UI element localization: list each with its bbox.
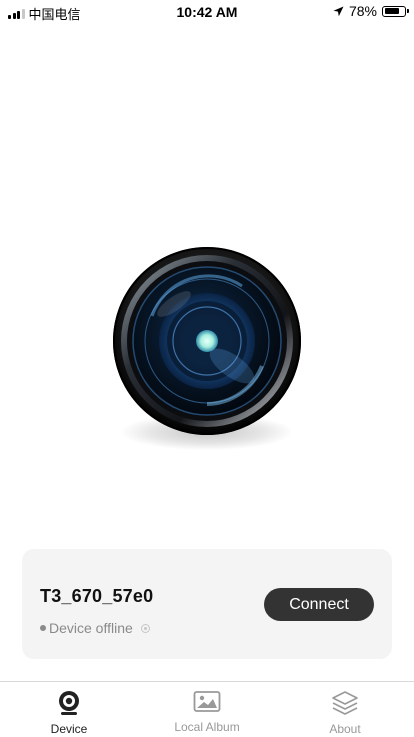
connect-button[interactable]: Connect [264,588,374,621]
status-bar: 中国电信 10:42 AM 78% [0,0,414,24]
device-status-text: Device offline [49,620,133,636]
layers-icon [332,691,358,715]
location-icon [333,6,344,16]
status-right: 78% [333,3,409,19]
camera-lens-icon [112,246,302,456]
status-indicator-icon [140,623,150,633]
battery-icon [382,5,409,17]
tab-device[interactable]: Device [0,682,138,737]
tab-local-album[interactable]: Local Album [138,682,276,737]
tab-label: About [329,722,361,736]
battery-percent: 78% [348,3,377,19]
webcam-icon [59,691,79,715]
image-icon [193,691,221,712]
battery-fill [384,8,399,14]
device-card[interactable]: T3_670_57e0 Device offline Connect [22,549,392,659]
tab-label: Local Album [174,720,240,734]
status-dot-icon [40,625,46,631]
tab-label: Device [50,722,88,736]
tab-about[interactable]: About [276,682,414,737]
device-status: Device offline [40,620,150,636]
tab-bar: Device Local Album About [0,681,414,737]
camera-lens-graphic [113,247,301,435]
device-name: T3_670_57e0 [40,586,154,606]
